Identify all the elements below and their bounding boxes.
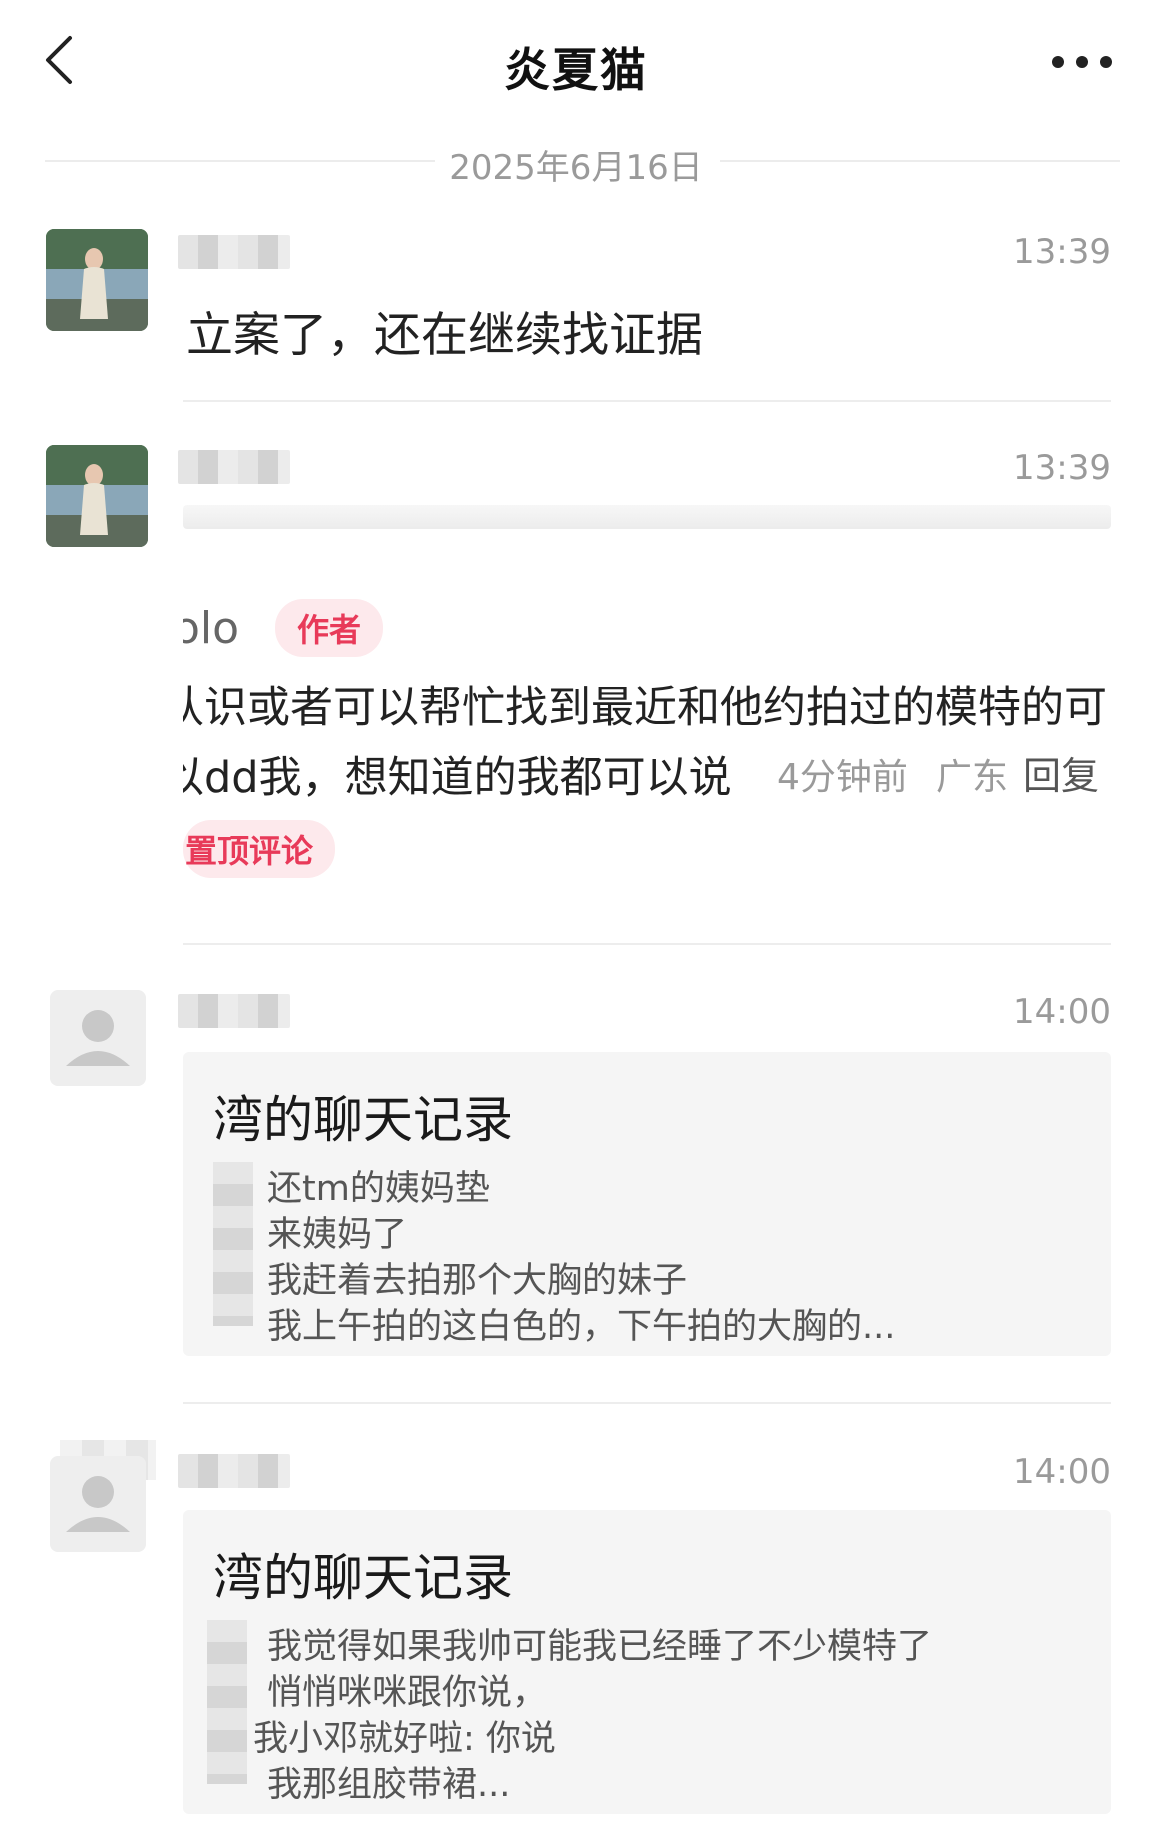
reply-button[interactable]: 回复 — [1023, 745, 1099, 800]
username-blurred — [178, 994, 290, 1028]
message-separator — [183, 400, 1111, 402]
chat-title: 炎夏猫 — [504, 43, 648, 97]
card-line: 悄悄咪咪跟你说， — [267, 1673, 548, 1713]
username-blurred — [178, 1454, 290, 1488]
avatar-photo-icon — [46, 445, 148, 547]
message-time: 13:39 — [1013, 448, 1111, 488]
default-user-icon — [66, 1010, 130, 1066]
card-line: 我小邓就好啦: 你说 — [253, 1719, 556, 1759]
pinned-comment-tag: 置顶评论 — [183, 820, 336, 878]
card-line: 我觉得如果我帅可能我已经睡了不少模特了 — [267, 1627, 933, 1667]
chat-record-card[interactable]: 湾的聊天记录 我觉得如果我帅可能我已经睡了不少模特了 悄悄咪咪跟你说， 我小邓就… — [183, 1510, 1111, 1814]
avatar[interactable] — [50, 990, 146, 1086]
comment-text-line: 以dd我，想知道的我都可以说 — [183, 753, 732, 803]
default-user-icon — [66, 1476, 130, 1532]
username-blurred — [178, 450, 290, 484]
card-line: 来姨妈了 — [267, 1215, 408, 1255]
more-dots-icon — [1052, 56, 1112, 68]
more-button[interactable] — [1042, 44, 1122, 80]
comment-text-line: 认识或者可以帮忙找到最近和他约拍过的模特的可 — [183, 683, 1107, 733]
card-line: 还tm的姨妈垫 — [267, 1169, 490, 1209]
comment-region: 广东 — [936, 757, 1009, 798]
message-separator — [183, 943, 1111, 945]
card-title: 湾的聊天记录 — [213, 1091, 513, 1149]
date-divider: 2025年6月16日 — [449, 148, 703, 188]
comment-time: 4分钟前 — [777, 757, 908, 798]
avatar[interactable] — [50, 1456, 146, 1552]
message-text: 立案了，还在继续找证据 — [186, 308, 703, 363]
card-line: 我赶着去拍那个大胸的妹子 — [267, 1261, 688, 1301]
comment-screenshot[interactable]: olo 作者 认识或者可以帮忙找到最近和他约拍过的模特的可 以dd我，想知道的我… — [183, 585, 1113, 895]
avatar[interactable] — [46, 445, 148, 547]
blurred-sender-names — [207, 1620, 247, 1784]
avatar[interactable] — [46, 229, 148, 331]
message-time: 14:00 — [1013, 992, 1111, 1032]
card-line: 我那组胶带裙... — [267, 1765, 511, 1805]
message-time: 13:39 — [1013, 232, 1111, 272]
username-blurred — [178, 235, 290, 269]
card-line: 我上午拍的这白色的，下午拍的大胸的... — [267, 1307, 896, 1347]
quote-bar — [183, 505, 1111, 529]
comment-username: olo — [183, 603, 240, 654]
author-tag: 作者 — [275, 599, 384, 657]
blurred-sender-names — [213, 1162, 253, 1326]
message-separator — [183, 1402, 1111, 1404]
card-title: 湾的聊天记录 — [213, 1549, 513, 1607]
message-time: 14:00 — [1013, 1452, 1111, 1492]
chat-record-card[interactable]: 湾的聊天记录 还tm的姨妈垫 来姨妈了 我赶着去拍那个大胸的妹子 我上午拍的这白… — [183, 1052, 1111, 1356]
avatar-photo-icon — [46, 229, 148, 331]
